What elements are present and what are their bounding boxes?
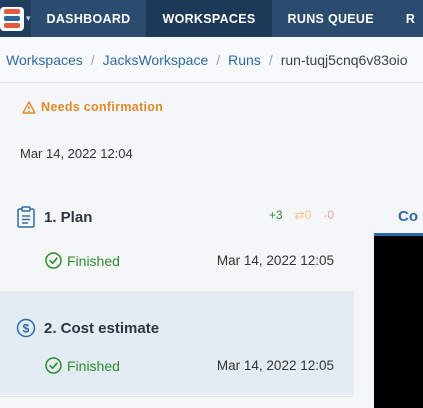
step-plan-status-label: Finished bbox=[67, 252, 120, 269]
warning-icon bbox=[22, 100, 36, 114]
run-status-badge: Needs confirmation bbox=[22, 100, 163, 114]
svg-text:$: $ bbox=[23, 322, 30, 336]
check-circle-icon bbox=[45, 357, 62, 374]
console-output[interactable] bbox=[374, 236, 423, 408]
clipboard-icon bbox=[17, 206, 35, 228]
check-circle-icon bbox=[45, 252, 62, 269]
step-cost-status-label: Finished bbox=[67, 357, 120, 374]
dollar-circle-icon: $ bbox=[16, 318, 36, 338]
step-plan[interactable]: 1. Plan +3 ⇄0 -0 Finished Mar 14, 2022 1… bbox=[0, 186, 354, 290]
step-cost-status: Finished bbox=[45, 357, 120, 374]
count-add: +3 bbox=[268, 208, 283, 222]
app-logo[interactable]: ▾ bbox=[0, 0, 31, 37]
step-plan-time: Mar 14, 2022 12:05 bbox=[216, 253, 334, 268]
step-cost-label: 2. Cost estimate bbox=[44, 319, 160, 337]
count-destroy: -0 bbox=[323, 208, 334, 222]
divider bbox=[0, 396, 354, 397]
tab-console[interactable]: Co bbox=[398, 208, 418, 225]
breadcrumb-separator: / bbox=[216, 51, 221, 68]
step-cost-time: Mar 14, 2022 12:05 bbox=[216, 358, 334, 373]
breadcrumb-separator: / bbox=[90, 51, 95, 68]
top-nav: ▾ DASHBOARD WORKSPACES RUNS QUEUE R bbox=[0, 0, 423, 37]
breadcrumb-workspace[interactable]: JacksWorkspace bbox=[103, 52, 209, 68]
breadcrumb-workspaces[interactable]: Workspaces bbox=[6, 52, 83, 68]
nav-dashboard[interactable]: DASHBOARD bbox=[31, 0, 147, 37]
breadcrumb-runs[interactable]: Runs bbox=[228, 52, 261, 68]
run-started-at: Mar 14, 2022 12:04 bbox=[20, 146, 133, 161]
step-plan-label: 1. Plan bbox=[44, 208, 93, 226]
breadcrumb-separator: / bbox=[268, 51, 273, 68]
breadcrumb-current-run: run-tuqj5cnq6v83oio bbox=[280, 51, 408, 68]
count-change: ⇄0 bbox=[294, 208, 312, 222]
resource-counts: +3 ⇄0 -0 bbox=[269, 208, 334, 222]
run-status-label: Needs confirmation bbox=[41, 100, 164, 114]
logo-icon bbox=[0, 6, 24, 31]
nav-workspaces[interactable]: WORKSPACES bbox=[146, 0, 272, 37]
breadcrumb: Workspaces / JacksWorkspace / Runs / run… bbox=[0, 37, 423, 83]
nav-runs-queue[interactable]: RUNS QUEUE bbox=[272, 0, 390, 37]
step-plan-title: 1. Plan bbox=[16, 206, 92, 228]
step-cost-estimate[interactable]: $ 2. Cost estimate Finished Mar 14, 2022… bbox=[0, 291, 354, 395]
nav-more[interactable]: R bbox=[390, 0, 423, 37]
step-plan-status: Finished bbox=[45, 252, 120, 269]
step-cost-title: $ 2. Cost estimate bbox=[16, 317, 159, 339]
